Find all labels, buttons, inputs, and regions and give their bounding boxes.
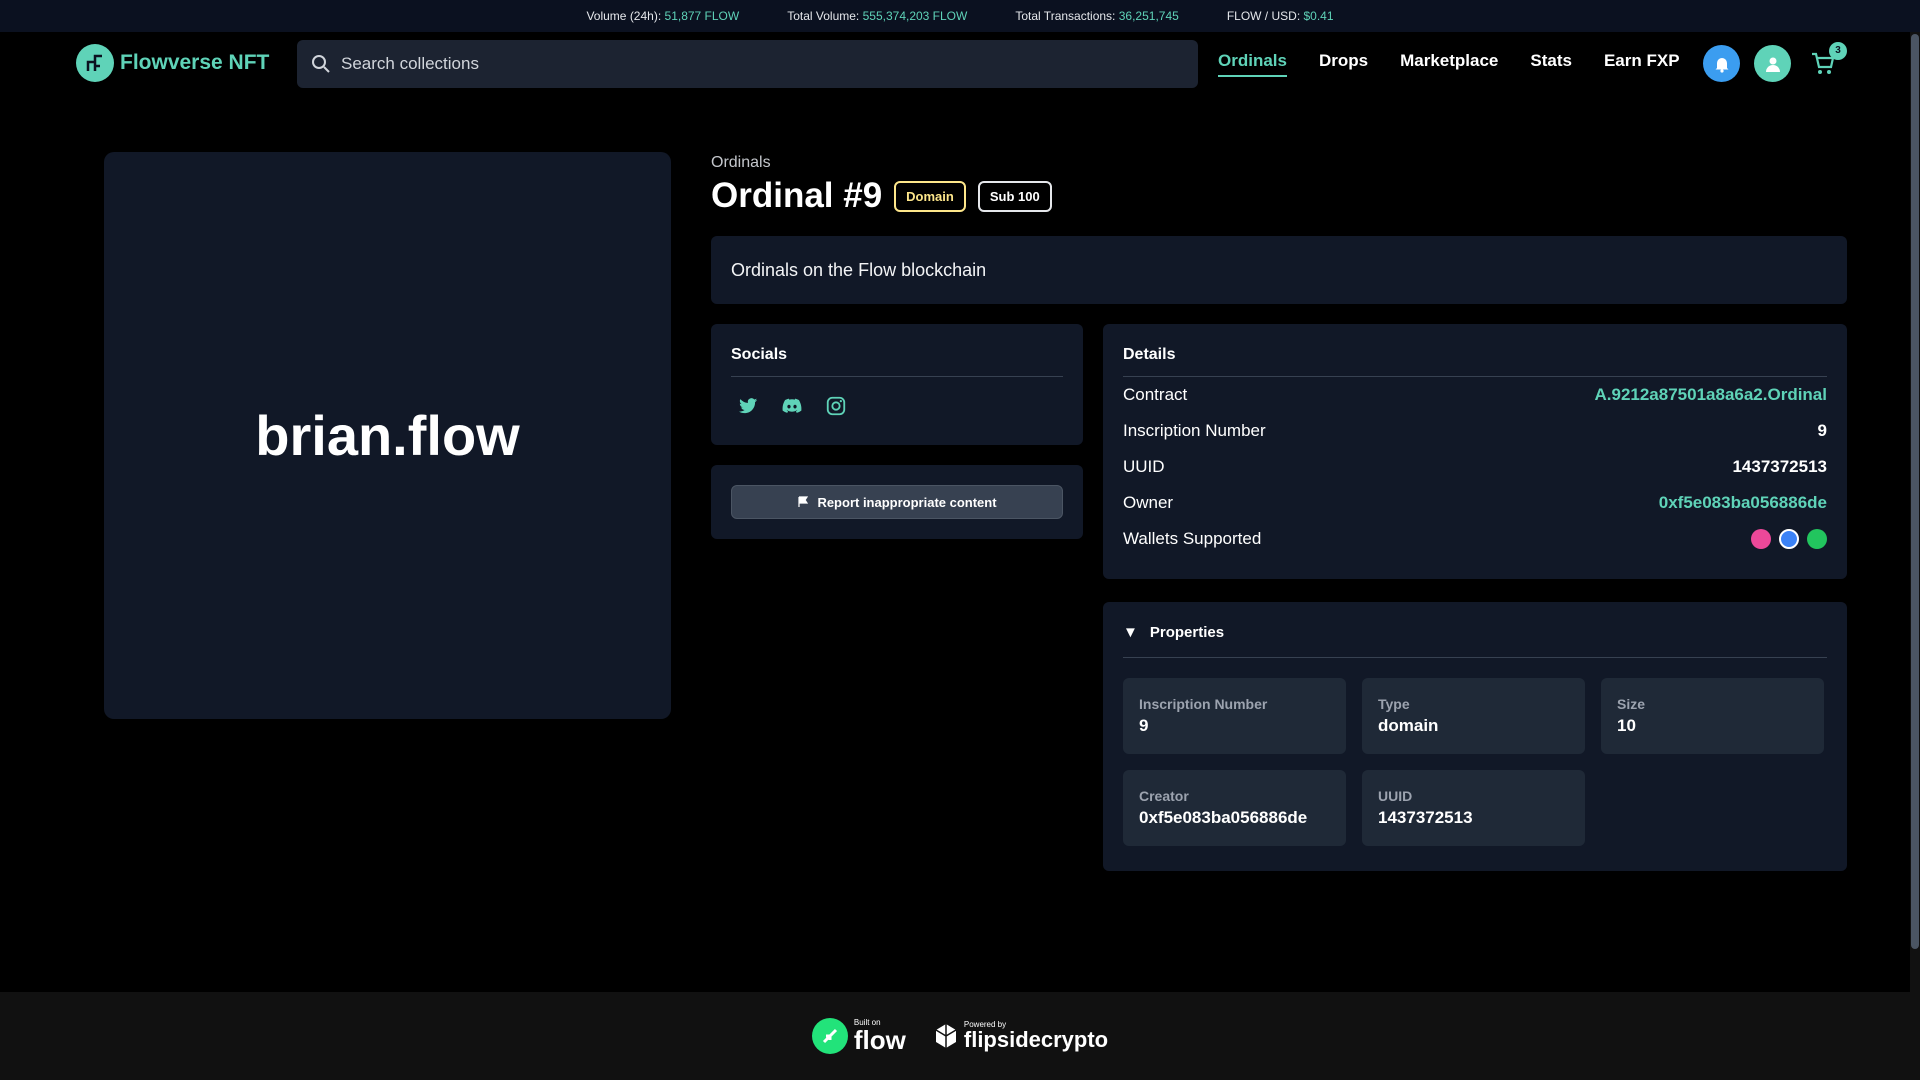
nav-drops[interactable]: Drops	[1319, 51, 1368, 77]
nav-links: Ordinals Drops Marketplace Stats Earn FX…	[1218, 32, 1680, 96]
nft-preview: brian.flow	[104, 152, 671, 719]
property-key: Creator	[1139, 788, 1189, 804]
cart-count-badge: 3	[1829, 41, 1847, 60]
detail-row-wallets: Wallets Supported	[1123, 521, 1827, 557]
user-icon	[1765, 57, 1780, 72]
contract-link[interactable]: A.9212a87501a8a6a2.Ordinal	[1594, 385, 1827, 405]
instagram-icon[interactable]	[825, 395, 847, 417]
header-actions: 3	[1703, 41, 1847, 82]
profile-button[interactable]	[1754, 45, 1791, 82]
ticker-volume: Volume (24h): 51,877 FLOW	[586, 9, 740, 23]
properties-panel: ▼ Properties Inscription Number 9 Type dom…	[1103, 602, 1847, 871]
search-bar[interactable]	[297, 40, 1198, 88]
property-value: 9	[1139, 716, 1149, 735]
search-icon	[312, 55, 330, 73]
brand-name: Flowverse NFT	[120, 51, 270, 74]
detail-row-uuid: UUID 1437372513	[1123, 449, 1827, 485]
wallet-icons	[1751, 529, 1827, 549]
description-text: Ordinals on the Flow blockchain	[731, 259, 987, 280]
nav-earn-fxp[interactable]: Earn FXP	[1604, 51, 1680, 77]
property-value: 10	[1617, 716, 1636, 735]
property-value: 0xf5e083ba056886de	[1139, 808, 1308, 827]
property-card: Type domain	[1362, 678, 1585, 754]
socials-panel: Socials	[711, 324, 1083, 445]
flowverse-logo-icon	[76, 44, 114, 82]
title-row: Ordinal #9 Domain Sub 100	[711, 176, 1052, 216]
property-value: 1437372513	[1378, 808, 1473, 827]
detail-label: UUID	[1123, 457, 1165, 476]
ticker-total-transactions: Total Transactions: 36,251,745	[1015, 9, 1179, 23]
property-card: Creator 0xf5e083ba056886de	[1123, 770, 1346, 846]
detail-row-owner: Owner 0xf5e083ba056886de	[1123, 485, 1827, 521]
property-key: UUID	[1378, 788, 1413, 804]
description-panel: Ordinals on the Flow blockchain	[711, 236, 1847, 304]
social-links	[731, 395, 1063, 417]
flipside-logo-icon	[935, 1024, 957, 1048]
detail-label: Wallets Supported	[1123, 529, 1262, 548]
properties-toggle[interactable]: ▼ Properties	[1123, 624, 1827, 658]
stats-ticker: Volume (24h): 51,877 FLOW Total Volume: …	[0, 0, 1920, 32]
report-content-button[interactable]: Report inappropriate content	[731, 485, 1063, 519]
brand-logo[interactable]: Flowverse NFT	[76, 44, 269, 82]
wallet-icon-blue	[1779, 529, 1799, 549]
built-on-flow-link[interactable]: Built on flow	[811, 1018, 906, 1055]
report-label: Report inappropriate content	[817, 494, 997, 510]
property-key: Inscription Number	[1139, 696, 1268, 712]
flow-wordmark: flow	[853, 1025, 906, 1055]
detail-label: Owner	[1123, 493, 1174, 512]
details-panel: Details Contract A.9212a87501a8a6a2.Ordi…	[1103, 324, 1847, 579]
details-heading: Details	[1123, 346, 1827, 377]
footer: Built on flow Powered by flipsidecrypto	[0, 992, 1920, 1080]
detail-value: 1437372513	[1732, 457, 1827, 476]
search-input[interactable]	[341, 54, 1161, 74]
cart-button[interactable]: 3	[1805, 41, 1847, 82]
sub-100-badge: Sub 100	[977, 180, 1052, 212]
property-key: Size	[1617, 696, 1646, 712]
page-title: Ordinal #9	[711, 176, 883, 215]
report-panel: Report inappropriate content	[711, 465, 1083, 539]
nav-ordinals[interactable]: Ordinals	[1218, 51, 1287, 77]
property-card: UUID 1437372513	[1362, 770, 1585, 846]
flow-logo-icon	[811, 1018, 848, 1054]
discord-icon[interactable]	[781, 395, 803, 417]
ticker-total-volume: Total Volume: 555,374,203 FLOW	[787, 9, 968, 23]
property-key: Type	[1378, 696, 1410, 712]
flag-icon	[798, 496, 809, 507]
detail-label: Contract	[1123, 385, 1188, 404]
nft-display-name: brian.flow	[255, 404, 520, 467]
scrollbar-thumb[interactable]	[1911, 34, 1919, 949]
twitter-icon[interactable]	[737, 395, 759, 417]
property-card: Inscription Number 9	[1123, 678, 1346, 754]
caret-down-icon: ▼	[1123, 624, 1138, 641]
bell-icon	[1715, 57, 1728, 73]
properties-grid: Inscription Number 9 Type domain Size 10 Cr…	[1123, 678, 1827, 846]
notifications-button[interactable]	[1703, 45, 1740, 82]
wallet-icon-pink	[1751, 529, 1771, 549]
flipside-wordmark: flipsidecrypto	[963, 1027, 1109, 1052]
owner-link[interactable]: 0xf5e083ba056886de	[1659, 493, 1827, 513]
collection-link[interactable]: Ordinals	[711, 154, 771, 172]
top-navigation: Flowverse NFT Ordinals Drops Marketplace…	[0, 32, 1910, 96]
nav-stats[interactable]: Stats	[1530, 51, 1572, 77]
properties-heading: Properties	[1149, 624, 1225, 641]
property-value: domain	[1378, 716, 1439, 735]
detail-row-inscription: Inscription Number 9	[1123, 413, 1827, 449]
socials-heading: Socials	[731, 346, 1063, 377]
powered-by-flipside-link[interactable]: Powered by flipsidecrypto	[934, 1020, 1108, 1052]
detail-label: Inscription Number	[1123, 421, 1266, 440]
wallet-icon-green	[1807, 529, 1827, 549]
domain-badge: Domain	[894, 180, 966, 212]
property-card: Size 10	[1601, 678, 1824, 754]
detail-row-contract: Contract A.9212a87501a8a6a2.Ordinal	[1123, 377, 1827, 413]
detail-value: 9	[1817, 421, 1827, 440]
ticker-flow-price: FLOW / USD: $0.41	[1226, 9, 1334, 23]
nav-marketplace[interactable]: Marketplace	[1400, 51, 1498, 77]
